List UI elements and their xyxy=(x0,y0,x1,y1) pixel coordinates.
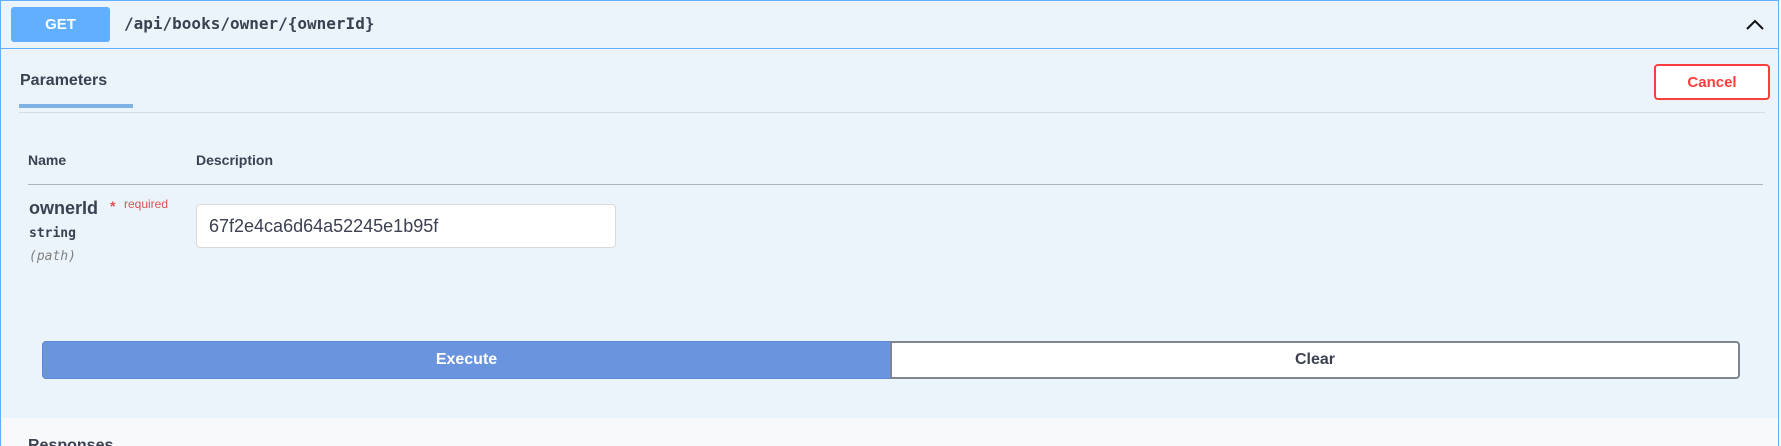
responses-title: Responses xyxy=(28,437,114,446)
operation-summary[interactable]: GET /api/books/owner/{ownerId} xyxy=(1,1,1778,49)
owner-id-input[interactable] xyxy=(196,204,616,248)
cancel-button[interactable]: Cancel xyxy=(1654,64,1770,100)
operation-block: GET /api/books/owner/{ownerId} Parameter… xyxy=(0,0,1779,446)
responses-section xyxy=(2,418,1778,446)
tab-parameters[interactable]: Parameters xyxy=(20,72,107,90)
column-header-description: Description xyxy=(196,152,274,168)
execute-button[interactable]: Execute xyxy=(42,341,891,379)
http-method-badge: GET xyxy=(11,7,110,42)
param-type: string xyxy=(29,226,76,241)
tab-active-indicator xyxy=(19,104,133,108)
param-name: ownerId xyxy=(29,198,99,218)
chevron-up-icon[interactable] xyxy=(1742,12,1768,36)
required-label: required xyxy=(124,197,169,211)
required-star: * xyxy=(110,198,116,214)
column-header-name: Name xyxy=(28,152,67,168)
table-header-divider xyxy=(28,184,1763,185)
clear-button[interactable]: Clear xyxy=(890,341,1740,379)
endpoint-path: /api/books/owner/{ownerId} xyxy=(124,14,375,33)
param-location: (path) xyxy=(29,249,76,264)
parameters-section-header: Parameters Cancel xyxy=(19,49,1770,113)
